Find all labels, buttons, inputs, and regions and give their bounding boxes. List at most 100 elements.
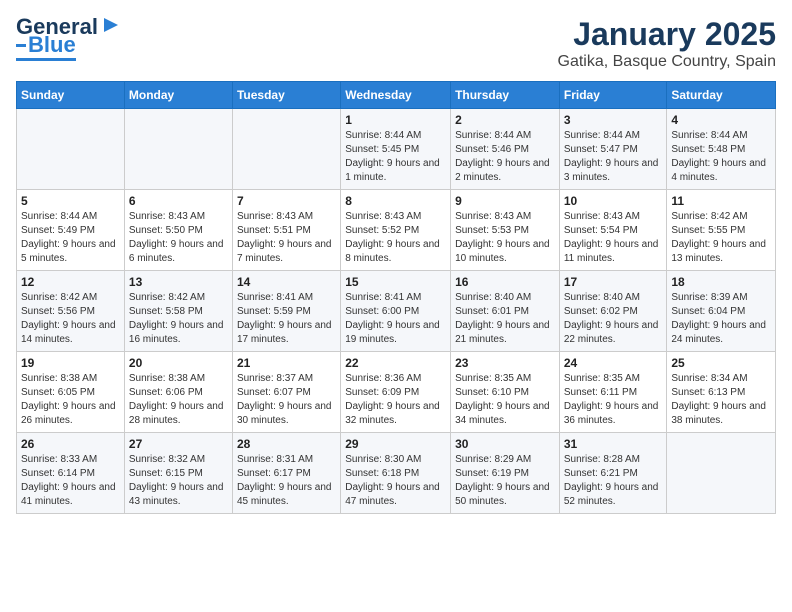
calendar-dow-thursday: Thursday [451,82,560,109]
calendar-day-4: 4 Sunrise: 8:44 AM Sunset: 5:48 PM Daylig… [667,109,776,190]
day-info: Sunrise: 8:40 AM Sunset: 6:01 PM Dayligh… [455,291,555,347]
day-number: 4 [671,113,771,127]
day-number: 3 [564,113,663,127]
day-info: Sunrise: 8:33 AM Sunset: 6:14 PM Dayligh… [21,453,120,509]
calendar-day-31: 31Sunrise: 8:28 AM Sunset: 6:21 PM Dayli… [559,433,667,514]
day-number: 15 [345,275,446,289]
day-info: Sunrise: 8:34 AM Sunset: 6:13 PM Dayligh… [671,372,771,428]
calendar-week-row: 5 Sunrise: 8:44 AM Sunset: 5:49 PM Daylig… [17,190,776,271]
calendar-day-21: 21 Sunrise: 8:37 AM Sunset: 6:07 PM Dayli… [232,352,340,433]
day-info: Sunrise: 8:31 AM Sunset: 6:17 PM Dayligh… [237,453,336,509]
day-number: 13 [129,275,228,289]
calendar-day-22: 22 Sunrise: 8:36 AM Sunset: 6:09 PM Dayli… [341,352,451,433]
calendar-day-25: 25 Sunrise: 8:34 AM Sunset: 6:13 PM Dayli… [667,352,776,433]
day-number: 20 [129,356,228,370]
day-info: Sunrise: 8:39 AM Sunset: 6:04 PM Dayligh… [671,291,771,347]
day-info: Sunrise: 8:40 AM Sunset: 6:02 PM Dayligh… [564,291,663,347]
calendar-dow-friday: Friday [559,82,667,109]
logo-blue-text: Blue [28,34,76,56]
day-number: 7 [237,194,336,208]
calendar-day-empty [17,109,125,190]
day-number: 10 [564,194,663,208]
day-number: 6 [129,194,228,208]
day-number: 17 [564,275,663,289]
day-number: 21 [237,356,336,370]
day-info: Sunrise: 8:42 AM Sunset: 5:55 PM Dayligh… [671,210,771,266]
day-number: 23 [455,356,555,370]
day-number: 27 [129,437,228,451]
title-block: January 2025 Gatika, Basque Country, Spa… [558,16,777,71]
day-info: Sunrise: 8:36 AM Sunset: 6:09 PM Dayligh… [345,372,446,428]
calendar-day-14: 14Sunrise: 8:41 AM Sunset: 5:59 PM Dayli… [232,271,340,352]
calendar-day-16: 16 Sunrise: 8:40 AM Sunset: 6:01 PM Dayli… [451,271,560,352]
day-info: Sunrise: 8:43 AM Sunset: 5:51 PM Dayligh… [237,210,336,266]
day-info: Sunrise: 8:43 AM Sunset: 5:50 PM Dayligh… [129,210,228,266]
calendar-day-empty [667,433,776,514]
calendar-day-11: 11 Sunrise: 8:42 AM Sunset: 5:55 PM Dayli… [667,190,776,271]
day-number: 22 [345,356,446,370]
day-info: Sunrise: 8:35 AM Sunset: 6:10 PM Dayligh… [455,372,555,428]
calendar-week-row: 12Sunrise: 8:42 AM Sunset: 5:56 PM Dayli… [17,271,776,352]
day-info: Sunrise: 8:43 AM Sunset: 5:54 PM Dayligh… [564,210,663,266]
calendar-day-empty [124,109,232,190]
day-number: 16 [455,275,555,289]
day-number: 25 [671,356,771,370]
day-number: 30 [455,437,555,451]
day-info: Sunrise: 8:44 AM Sunset: 5:48 PM Dayligh… [671,129,771,185]
day-info: Sunrise: 8:30 AM Sunset: 6:18 PM Dayligh… [345,453,446,509]
day-info: Sunrise: 8:42 AM Sunset: 5:58 PM Dayligh… [129,291,228,347]
calendar-day-10: 10 Sunrise: 8:43 AM Sunset: 5:54 PM Dayli… [559,190,667,271]
calendar-day-23: 23 Sunrise: 8:35 AM Sunset: 6:10 PM Dayli… [451,352,560,433]
day-info: Sunrise: 8:41 AM Sunset: 5:59 PM Dayligh… [237,291,336,347]
day-info: Sunrise: 8:41 AM Sunset: 6:00 PM Dayligh… [345,291,446,347]
calendar-week-row: 1Sunrise: 8:44 AM Sunset: 5:45 PM Daylig… [17,109,776,190]
calendar-dow-monday: Monday [124,82,232,109]
day-number: 24 [564,356,663,370]
calendar-day-24: 24 Sunrise: 8:35 AM Sunset: 6:11 PM Dayli… [559,352,667,433]
day-info: Sunrise: 8:44 AM Sunset: 5:46 PM Dayligh… [455,129,555,185]
day-number: 2 [455,113,555,127]
day-number: 8 [345,194,446,208]
page-title: January 2025 [558,16,777,53]
calendar-dow-sunday: Sunday [17,82,125,109]
calendar-day-13: 13 Sunrise: 8:42 AM Sunset: 5:58 PM Dayli… [124,271,232,352]
day-info: Sunrise: 8:44 AM Sunset: 5:47 PM Dayligh… [564,129,663,185]
calendar-day-18: 18 Sunrise: 8:39 AM Sunset: 6:04 PM Dayli… [667,271,776,352]
calendar-day-28: 28 Sunrise: 8:31 AM Sunset: 6:17 PM Dayli… [232,433,340,514]
day-info: Sunrise: 8:38 AM Sunset: 6:06 PM Dayligh… [129,372,228,428]
day-number: 29 [345,437,446,451]
calendar-day-15: 15 Sunrise: 8:41 AM Sunset: 6:00 PM Dayli… [341,271,451,352]
day-number: 1 [345,113,446,127]
day-info: Sunrise: 8:44 AM Sunset: 5:49 PM Dayligh… [21,210,120,266]
calendar-day-3: 3 Sunrise: 8:44 AM Sunset: 5:47 PM Daylig… [559,109,667,190]
day-info: Sunrise: 8:42 AM Sunset: 5:56 PM Dayligh… [21,291,120,347]
day-info: Sunrise: 8:38 AM Sunset: 6:05 PM Dayligh… [21,372,120,428]
day-number: 18 [671,275,771,289]
calendar-dow-saturday: Saturday [667,82,776,109]
day-number: 11 [671,194,771,208]
logo-arrow-icon [100,14,122,36]
calendar-day-20: 20 Sunrise: 8:38 AM Sunset: 6:06 PM Dayli… [124,352,232,433]
calendar-day-27: 27 Sunrise: 8:32 AM Sunset: 6:15 PM Dayli… [124,433,232,514]
calendar-table: SundayMondayTuesdayWednesdayThursdayFrid… [16,81,776,514]
calendar-day-26: 26Sunrise: 8:33 AM Sunset: 6:14 PM Dayli… [17,433,125,514]
calendar-day-30: 30Sunrise: 8:29 AM Sunset: 6:19 PM Dayli… [451,433,560,514]
day-info: Sunrise: 8:43 AM Sunset: 5:52 PM Dayligh… [345,210,446,266]
calendar-header-row: SundayMondayTuesdayWednesdayThursdayFrid… [17,82,776,109]
calendar-day-8: 8 Sunrise: 8:43 AM Sunset: 5:52 PM Daylig… [341,190,451,271]
calendar-week-row: 26Sunrise: 8:33 AM Sunset: 6:14 PM Dayli… [17,433,776,514]
day-info: Sunrise: 8:35 AM Sunset: 6:11 PM Dayligh… [564,372,663,428]
calendar-day-12: 12Sunrise: 8:42 AM Sunset: 5:56 PM Dayli… [17,271,125,352]
calendar-day-6: 6 Sunrise: 8:43 AM Sunset: 5:50 PM Daylig… [124,190,232,271]
day-info: Sunrise: 8:43 AM Sunset: 5:53 PM Dayligh… [455,210,555,266]
day-number: 19 [21,356,120,370]
calendar-day-empty [232,109,340,190]
day-info: Sunrise: 8:32 AM Sunset: 6:15 PM Dayligh… [129,453,228,509]
logo: General Blue [16,16,122,61]
day-number: 5 [21,194,120,208]
day-info: Sunrise: 8:37 AM Sunset: 6:07 PM Dayligh… [237,372,336,428]
calendar-day-9: 9Sunrise: 8:43 AM Sunset: 5:53 PM Daylig… [451,190,560,271]
calendar-body: 1Sunrise: 8:44 AM Sunset: 5:45 PM Daylig… [17,109,776,514]
day-info: Sunrise: 8:28 AM Sunset: 6:21 PM Dayligh… [564,453,663,509]
day-number: 28 [237,437,336,451]
